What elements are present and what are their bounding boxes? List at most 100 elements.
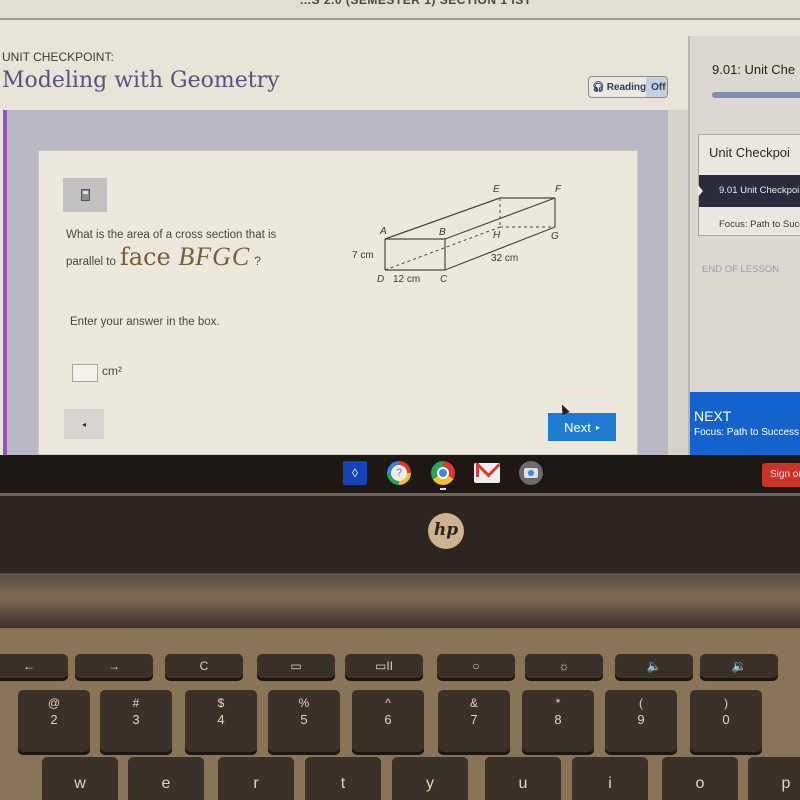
sidebar-title: 9.01: Unit Che xyxy=(712,62,796,77)
letter-key-i[interactable]: i xyxy=(572,757,648,800)
answer-input[interactable] xyxy=(72,364,98,382)
unit-checkpoint-label: UNIT CHECKPOINT: xyxy=(2,50,114,64)
key-label: 6 xyxy=(384,712,392,727)
key-shift-label: * xyxy=(555,696,561,710)
function-key[interactable]: ▭ xyxy=(257,654,335,678)
chrome-icon[interactable] xyxy=(431,461,455,485)
next-label: Next xyxy=(564,419,591,435)
vertex-e: E xyxy=(493,184,500,195)
face-word: face xyxy=(119,243,171,271)
gmail-icon[interactable] xyxy=(474,463,500,483)
number-key-9[interactable]: (9 xyxy=(605,690,677,752)
key-label: 9 xyxy=(637,712,645,727)
letter-key-o[interactable]: o xyxy=(662,757,738,800)
function-key[interactable]: → xyxy=(75,654,153,678)
function-key[interactable]: ○ xyxy=(437,654,515,678)
laptop-hinge xyxy=(0,573,800,628)
hp-logo: hp xyxy=(428,513,464,549)
page-title: Modeling with Geometry xyxy=(2,68,280,93)
letter-key-r[interactable]: r xyxy=(218,757,294,800)
sidebar-item-focus[interactable]: Focus: Path to Succe xyxy=(719,219,800,230)
letter-key-u[interactable]: u xyxy=(485,757,561,800)
sidebar-item-unit-checkpoint[interactable]: 9.01 Unit Checkpoi xyxy=(698,175,800,207)
key-label: 2 xyxy=(50,712,58,727)
vertex-g: G xyxy=(551,231,559,242)
letter-key-y[interactable]: y xyxy=(392,757,468,800)
function-key[interactable]: 🔈 xyxy=(615,654,693,678)
number-key-3[interactable]: #3 xyxy=(100,690,172,752)
calculator-icon xyxy=(80,189,90,201)
question-prefix: parallel to xyxy=(66,256,116,268)
vertex-a: A xyxy=(379,226,387,237)
number-key-2[interactable]: @2 xyxy=(18,690,90,752)
number-key-8[interactable]: * 8 xyxy=(522,690,594,752)
camera-body xyxy=(524,468,538,478)
function-key[interactable]: ☼ xyxy=(525,654,603,678)
number-key-7[interactable]: & 7 xyxy=(438,690,510,752)
sign-out-button[interactable]: Sign ou xyxy=(762,463,800,487)
key-label: 8 xyxy=(554,712,562,727)
back-button[interactable]: ◂ xyxy=(64,409,104,439)
laptop-bezel xyxy=(0,493,800,573)
key-shift-label: $ xyxy=(217,696,225,710)
vertex-d: D xyxy=(377,274,384,285)
vertex-b: B xyxy=(439,227,446,238)
sidebar-card: Unit Checkpoi 9.01 Unit Checkpoi Focus: … xyxy=(698,134,800,236)
accent-bar xyxy=(3,110,7,455)
instruction-text: Enter your answer in the box. xyxy=(70,316,220,328)
headphones-icon: 🎧︎ xyxy=(592,81,605,93)
reading-toggle[interactable]: 🎧︎ Reading Off xyxy=(588,76,668,98)
help-icon[interactable]: ? xyxy=(387,461,411,485)
sidebar-card-title: Unit Checkpoi xyxy=(709,145,790,160)
number-key-6[interactable]: ^ 6 xyxy=(352,690,424,752)
vertex-c: C xyxy=(440,274,448,285)
dim-width: 12 cm xyxy=(393,274,420,285)
key-shift-label: ) xyxy=(724,696,728,710)
letter-key-w[interactable]: w xyxy=(42,757,118,800)
launcher-icon[interactable]: ◊ xyxy=(343,461,367,485)
next-button[interactable]: Next ▸ xyxy=(548,413,616,441)
question-mark: ? xyxy=(254,254,261,268)
reading-label: Reading xyxy=(606,81,647,93)
next-lesson-subtitle: Focus: Path to Success xyxy=(694,427,800,438)
answer-unit: cm² xyxy=(102,364,122,378)
letter-key-e[interactable]: e xyxy=(128,757,204,800)
key-shift-label: # xyxy=(132,696,140,710)
end-of-lesson-label: END OF LESSON xyxy=(702,264,780,275)
number-key-4[interactable]: $4 xyxy=(185,690,257,752)
vertex-h: H xyxy=(493,230,501,241)
back-arrow-icon: ◂ xyxy=(81,419,86,429)
key-label: 5 xyxy=(300,712,308,727)
function-key[interactable]: C xyxy=(165,654,243,678)
panel-gap xyxy=(668,110,688,455)
number-key-5[interactable]: % 5 xyxy=(268,690,340,752)
key-label: 0 xyxy=(722,712,730,727)
next-lesson-heading: NEXT xyxy=(694,408,732,424)
key-shift-label: % xyxy=(298,696,310,710)
letter-key-t[interactable]: t xyxy=(305,757,381,800)
dim-height: 7 cm xyxy=(352,250,374,261)
key-label: 4 xyxy=(217,712,225,727)
key-shift-label: @ xyxy=(47,696,61,710)
calculator-button[interactable] xyxy=(63,178,107,212)
reading-state: Off xyxy=(646,77,667,97)
function-key[interactable]: ▭II xyxy=(345,654,423,678)
number-key-0[interactable]: ) 0 xyxy=(690,690,762,752)
lesson-progress-bar xyxy=(712,92,800,98)
function-key[interactable]: ← xyxy=(0,654,68,678)
next-lesson-button[interactable]: NEXT Focus: Path to Success xyxy=(690,392,800,455)
letter-key-p[interactable]: p xyxy=(748,757,800,800)
screen: ...S 2.0 (SEMESTER 1) SECTION 1 IST UNIT… xyxy=(0,0,800,455)
question-text-line2: parallel to face BFGC ? xyxy=(66,242,261,272)
key-label: 3 xyxy=(132,712,140,727)
dim-length: 32 cm xyxy=(491,253,518,264)
lesson-header: UNIT CHECKPOINT: Modeling with Geometry xyxy=(0,30,688,110)
chrome-center xyxy=(437,467,449,479)
camera-icon[interactable] xyxy=(519,461,543,485)
face-label: face BFGC xyxy=(120,242,250,272)
function-key[interactable]: 🔉 xyxy=(700,654,778,678)
question-text-line1: What is the area of a cross section that… xyxy=(66,229,277,241)
launcher-glyph: ◊ xyxy=(352,466,358,480)
prism-figure: E F A B H G D C 7 cm 12 cm 32 cm xyxy=(352,184,562,285)
key-shift-label: ( xyxy=(639,696,643,710)
